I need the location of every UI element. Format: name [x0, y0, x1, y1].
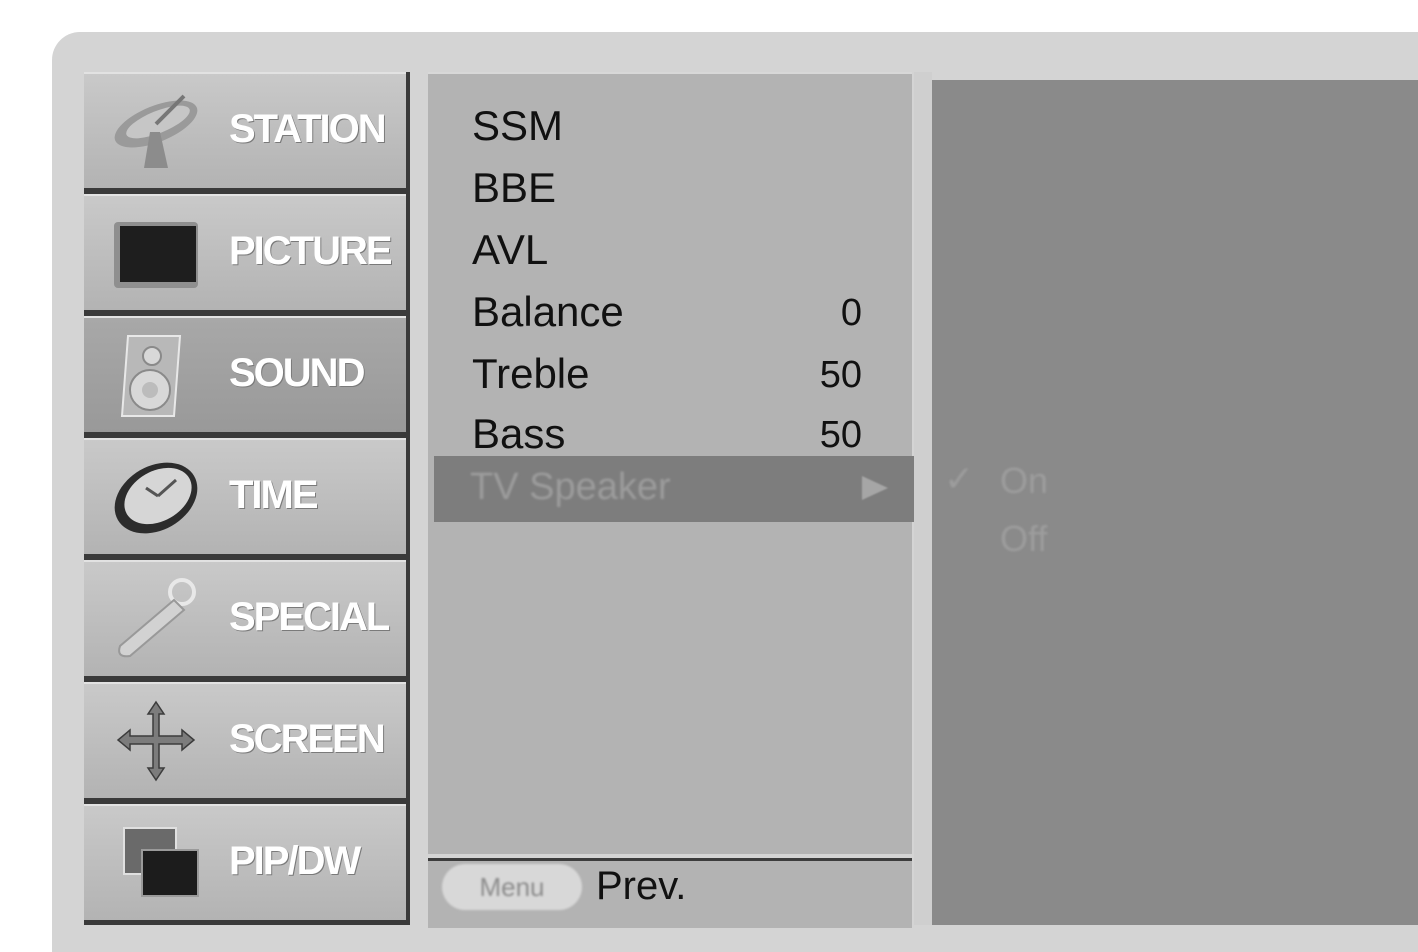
move-arrows-icon: [116, 700, 196, 782]
category-picture[interactable]: PICTURE: [84, 194, 406, 310]
remote-key-icon: [118, 578, 196, 658]
category-label: STATION: [229, 107, 387, 151]
pip-windows-icon: [123, 827, 199, 897]
category-label: SPECIAL: [229, 595, 390, 639]
menu-item-bbe[interactable]: BBE: [472, 164, 556, 212]
menu-item-balance[interactable]: Balance: [472, 288, 624, 336]
panel-divider: [914, 72, 932, 925]
submenu-panel: [932, 80, 1418, 925]
checkmark-icon: ✓: [944, 458, 975, 499]
tv-speaker-label: TV Speaker: [470, 466, 671, 508]
category-sound[interactable]: SOUND: [84, 316, 406, 432]
category-station[interactable]: STATION: [84, 72, 406, 188]
balance-value: 0: [840, 292, 862, 334]
menu-item-treble[interactable]: Treble: [472, 350, 590, 398]
submenu-arrow-icon: [862, 476, 888, 500]
prev-label: Prev.: [596, 864, 687, 908]
category-pip-dw[interactable]: PIP/DW: [84, 804, 406, 920]
option-off[interactable]: Off: [1000, 518, 1047, 560]
category-time[interactable]: TIME: [84, 438, 406, 554]
bass-value: 50: [819, 414, 862, 456]
category-label: SCREEN: [229, 717, 386, 761]
satellite-dish-icon: [114, 94, 198, 168]
speaker-icon: [120, 335, 182, 417]
category-sidebar: STATION PICTURE SOUND TIME SPECIAL SCREE…: [84, 72, 410, 925]
menu-button[interactable]: Menu: [442, 864, 582, 910]
menu-item-bass[interactable]: Bass: [472, 410, 565, 458]
category-label: PIP/DW: [229, 839, 361, 883]
category-label: TIME: [229, 473, 319, 517]
clock-icon: [114, 462, 198, 534]
menu-item-ssm[interactable]: SSM: [472, 102, 563, 150]
treble-value: 50: [819, 354, 862, 396]
menu-item-tv-speaker[interactable]: TV Speaker: [434, 456, 918, 522]
category-label: PICTURE: [229, 229, 393, 273]
option-on[interactable]: On: [1000, 460, 1048, 502]
menu-item-avl[interactable]: AVL: [472, 226, 548, 274]
category-label: SOUND: [229, 351, 365, 395]
tv-screen-icon: [114, 222, 198, 288]
category-special[interactable]: SPECIAL: [84, 560, 406, 676]
category-screen[interactable]: SCREEN: [84, 682, 406, 798]
